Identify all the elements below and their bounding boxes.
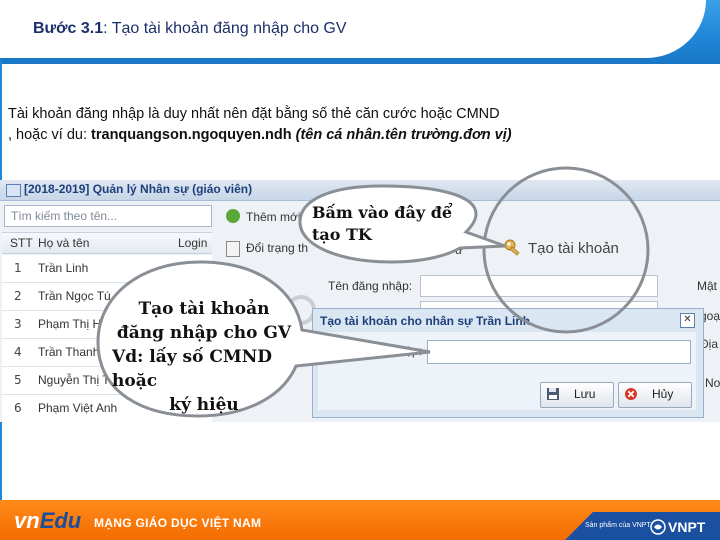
network-name: MẠNG GIÁO DỤC VIỆT NAM	[94, 516, 262, 530]
callout-top-line: tạo TK	[312, 225, 372, 244]
callout-left-line: ký hiệu	[169, 395, 239, 415]
callout-left-line: đăng nhập cho GV	[116, 323, 292, 343]
logo-vn: vn	[14, 508, 40, 533]
callout-left-line: Tạo tài khoản	[138, 299, 270, 319]
vnpt-logo-icon	[650, 519, 666, 535]
product-of-text: Sản phẩm của VNPT	[585, 522, 651, 529]
vnedu-logo: vnEdu	[14, 508, 81, 534]
callout-left-text: Tạo tài khoản đăng nhập cho GV Vd: lấy s…	[108, 297, 300, 417]
callout-left-line: Vd: lấy số CMND hoặc	[112, 347, 272, 391]
highlight-circle	[482, 166, 650, 334]
logo-edu: Edu	[39, 508, 82, 533]
vnpt-text: VNPT	[668, 519, 706, 535]
callout-top-text: Bấm vào đây để tạo TK	[312, 202, 452, 246]
callout-shapes	[96, 166, 650, 418]
callout-top-line: Bấm vào đây để	[312, 203, 453, 222]
